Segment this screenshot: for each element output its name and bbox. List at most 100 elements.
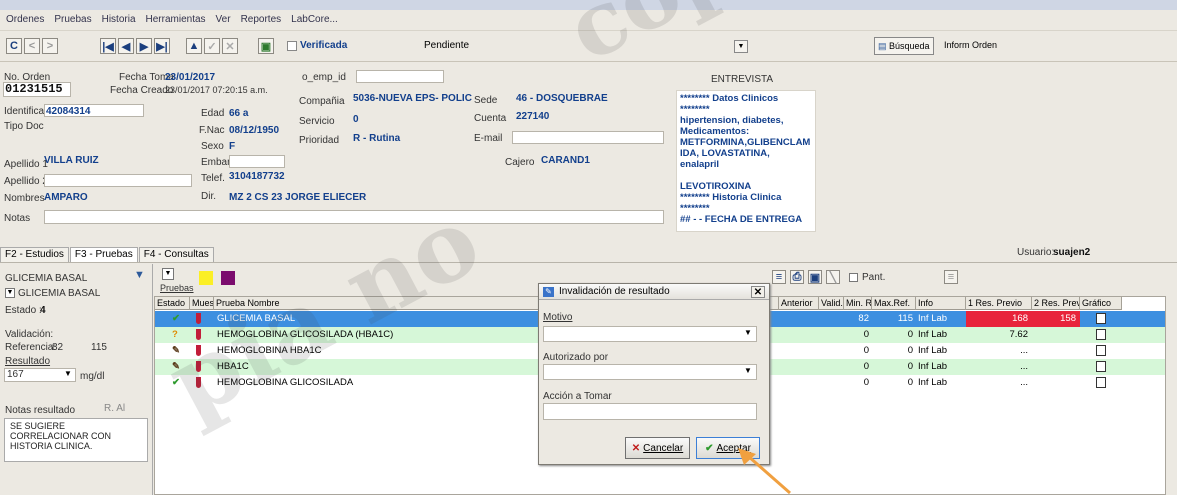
delete-icon[interactable]: ✕	[222, 38, 238, 54]
notes-icon[interactable]: ≡	[944, 270, 958, 284]
tab-estudios[interactable]: F2 - Estudios	[0, 247, 69, 263]
o-emp-id-field[interactable]	[356, 70, 444, 83]
col-anterior[interactable]: Anterior	[779, 297, 819, 310]
busqueda-button[interactable]: ▤ Búsqueda	[874, 37, 934, 55]
usuario-value: suajen2	[1053, 247, 1091, 258]
notas-flag[interactable]: R. Al	[104, 403, 125, 414]
cell-prev2: 158	[1032, 311, 1080, 327]
refresh-icon[interactable]: C	[6, 38, 22, 54]
cell-anterior	[779, 311, 819, 327]
menu-herramientas[interactable]: Herramientas	[146, 14, 206, 25]
cell-prev2	[1032, 327, 1080, 343]
motivo-select[interactable]	[543, 326, 757, 342]
test-select[interactable]: GLICEMIA BASAL	[18, 288, 100, 299]
yellow-color-swatch[interactable]	[199, 271, 213, 285]
last-record-icon[interactable]: ▶|	[154, 38, 170, 54]
motivo-dropdown-icon[interactable]: ▼	[744, 328, 752, 337]
cell-max: 0	[907, 361, 913, 372]
col-info[interactable]: Info	[916, 297, 966, 310]
inform-orden-button[interactable]: Inform Orden	[944, 40, 997, 50]
menu-pruebas[interactable]: Pruebas	[54, 14, 91, 25]
cell-prev1: ...	[1020, 345, 1028, 356]
chart-page-icon[interactable]	[1080, 343, 1122, 359]
col-res-previo-2[interactable]: 2 Res. Previo	[1032, 297, 1080, 310]
usuario-label: Usuario:	[1017, 247, 1055, 258]
sexo-label: Sexo	[201, 141, 224, 152]
apellido2-field[interactable]	[44, 174, 192, 187]
servicio-label: Servicio	[299, 116, 335, 127]
chart-page-icon[interactable]	[1080, 359, 1122, 375]
test-select-arrow-icon[interactable]: ▼	[5, 288, 15, 298]
chart-page-icon[interactable]	[1080, 311, 1122, 327]
col-max-ref[interactable]: Max.Ref.	[872, 297, 916, 310]
tab-divider	[0, 262, 1177, 263]
tab-consultas[interactable]: F4 - Consultas	[138, 247, 214, 263]
cell-anterior	[779, 375, 819, 391]
report-icon[interactable]: ≡	[772, 270, 786, 284]
first-record-icon[interactable]: |◀	[100, 38, 116, 54]
email-field[interactable]	[512, 131, 664, 144]
nombres-label: Nombres	[4, 193, 45, 204]
print-icon[interactable]: ⎙	[790, 270, 804, 284]
tab-pruebas[interactable]: F3 - Pruebas	[69, 247, 138, 263]
col-res-previo-1[interactable]: 1 Res. Previo	[966, 297, 1032, 310]
menu-ordenes[interactable]: Ordenes	[6, 14, 44, 25]
chart-icon[interactable]: ╲	[826, 270, 840, 284]
menu-reportes[interactable]: Reportes	[241, 14, 282, 25]
cell-prev1: ...	[1020, 377, 1028, 388]
notas-resultado-text[interactable]: SE SUGIERE CORRELACIONAR CON HISTORIA CL…	[4, 418, 148, 462]
edad-label: Edad	[201, 108, 225, 119]
status-icon: ✔	[172, 377, 180, 388]
edit-icon[interactable]: ✓	[204, 38, 220, 54]
dialog-close-icon[interactable]: ✕	[751, 286, 765, 298]
image-icon[interactable]: ▣	[258, 38, 274, 54]
entrevista-title: ENTREVISTA	[711, 74, 774, 85]
chart-page-icon[interactable]	[1080, 375, 1122, 391]
accion-label: Acción a Tomar	[543, 391, 612, 402]
cell-anterior	[779, 327, 819, 343]
autorizado-dropdown-icon[interactable]: ▼	[744, 366, 752, 375]
resultado-dropdown-icon[interactable]: ▼	[64, 369, 72, 378]
col-min-ref[interactable]: Min. R..	[844, 297, 872, 310]
col-valid[interactable]: Valid..	[819, 297, 844, 310]
prev-record-icon[interactable]: ◀	[118, 38, 134, 54]
forward-icon[interactable]: >	[42, 38, 58, 54]
flag-icon[interactable]: ▼	[134, 269, 145, 281]
busqueda-label: Búsqueda	[889, 41, 930, 51]
menu-ver[interactable]: Ver	[216, 14, 231, 25]
verificada-checkbox[interactable]	[287, 41, 297, 51]
fecha-toma-value: 23/01/2017	[165, 72, 216, 83]
panel-divider	[152, 264, 153, 495]
menu-historia[interactable]: Historia	[102, 14, 136, 25]
cell-min: 0	[863, 377, 869, 388]
dialog-titlebar: Invalidación de resultado	[539, 284, 769, 300]
col-estado[interactable]: Estado	[155, 297, 190, 310]
ref-min: 82	[52, 342, 64, 353]
resultado-label: Resultado	[5, 356, 51, 367]
dropdown-arrow-icon[interactable]: ▼	[734, 40, 748, 53]
pruebas-dropdown-icon[interactable]: ▼	[162, 268, 174, 280]
up-icon[interactable]: ▲	[186, 38, 202, 54]
chart-page-icon[interactable]	[1080, 327, 1122, 343]
save-icon[interactable]: ▣	[808, 270, 822, 284]
purple-color-swatch[interactable]	[221, 271, 235, 285]
fnac-value: 08/12/1950	[229, 125, 280, 136]
cancel-button[interactable]: ✕ Cancelar	[625, 437, 690, 459]
col-grafico[interactable]: Gráfico	[1080, 297, 1122, 310]
cajero-label: Cajero	[505, 157, 535, 168]
test-name-label: GLICEMIA BASAL	[5, 273, 88, 284]
back-icon[interactable]: <	[24, 38, 40, 54]
servicio-value: 0	[353, 114, 359, 125]
referencia-label: Referencia:	[5, 342, 57, 353]
col-muestra[interactable]: Mues..	[190, 297, 214, 310]
pant-checkbox[interactable]	[849, 273, 858, 282]
embar-field[interactable]	[229, 155, 285, 168]
autorizado-select[interactable]	[543, 364, 757, 380]
ref-max: 115	[91, 342, 107, 353]
notas-field[interactable]	[44, 210, 664, 224]
accion-field[interactable]	[543, 403, 757, 420]
next-record-icon[interactable]: ▶	[136, 38, 152, 54]
menu-labcore[interactable]: LabCore...	[291, 14, 338, 25]
cajero-value: CARAND1	[541, 155, 590, 166]
clinical-notes-box[interactable]: ******** Datos Clinicos ******** hiperte…	[676, 90, 816, 232]
